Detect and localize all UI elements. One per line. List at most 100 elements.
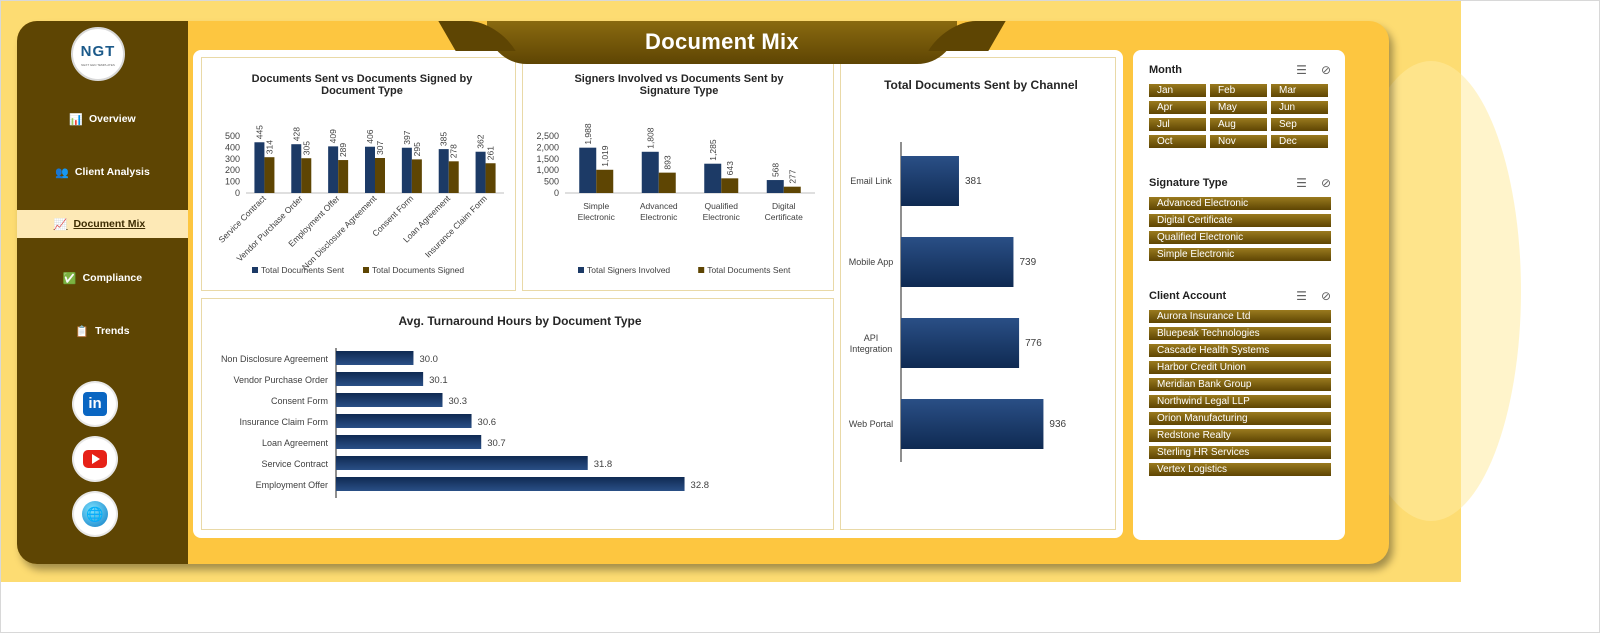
bar-turnaround — [336, 372, 424, 386]
signature-option-digital-certificate[interactable]: Digital Certificate — [1149, 214, 1331, 227]
client-option-aurora-insurance-ltd[interactable]: Aurora Insurance Ltd — [1149, 310, 1331, 323]
bar-signed — [338, 160, 349, 193]
bar-sent — [291, 144, 302, 193]
data-label: 409 — [328, 129, 338, 143]
multi-select-icon[interactable]: ☰ — [1296, 63, 1307, 77]
month-option-jun[interactable]: Jun — [1271, 101, 1328, 114]
clear-filter-icon[interactable]: ⊘ — [1321, 176, 1331, 190]
y-tick-label: Insurance Claim Form — [239, 417, 328, 427]
data-label: 362 — [476, 134, 486, 148]
client-option-orion-manufacturing[interactable]: Orion Manufacturing — [1149, 412, 1331, 425]
sidebar: NGT NEXT GEN TEMPLATES 📊 Overview 👥 Clie… — [17, 21, 188, 564]
bar-channel — [901, 156, 959, 206]
multi-select-icon[interactable]: ☰ — [1296, 289, 1307, 303]
youtube-icon — [83, 450, 107, 468]
nav-overview[interactable]: 📊 Overview — [17, 105, 188, 133]
client-option-harbor-credit-union[interactable]: Harbor Credit Union — [1149, 361, 1331, 374]
client-option-northwind-legal-llp[interactable]: Northwind Legal LLP — [1149, 395, 1331, 408]
y-tick-label: 0 — [554, 188, 559, 198]
clear-filter-icon[interactable]: ⊘ — [1321, 289, 1331, 303]
linkedin-link[interactable]: in — [74, 383, 116, 425]
month-option-feb[interactable]: Feb — [1210, 84, 1267, 97]
y-tick-label: Email Link — [850, 176, 892, 186]
data-label: 643 — [725, 161, 735, 175]
client-option-sterling-hr-services[interactable]: Sterling HR Services — [1149, 446, 1331, 459]
client-account-slicer-title: Client Account — [1149, 290, 1227, 302]
data-label: 277 — [787, 169, 797, 183]
dashboard-frame: Document Mix NGT NEXT GEN TEMPLATES 📊 Ov… — [17, 21, 1389, 564]
chart-signers-vs-sent: Signers Involved vs Documents Sent by Sig… — [522, 57, 834, 291]
month-option-dec[interactable]: Dec — [1271, 135, 1328, 148]
month-option-jul[interactable]: Jul — [1149, 118, 1206, 131]
legend-swatch — [578, 267, 584, 273]
data-label: 261 — [486, 146, 496, 160]
linkedin-icon: in — [83, 392, 107, 416]
signature-option-simple-electronic[interactable]: Simple Electronic — [1149, 248, 1331, 261]
y-tick-label: Service Contract — [261, 459, 328, 469]
signature-option-qualified-electronic[interactable]: Qualified Electronic — [1149, 231, 1331, 244]
data-label: 305 — [301, 141, 311, 155]
legend-swatch — [252, 267, 258, 273]
youtube-link[interactable] — [74, 438, 116, 480]
data-label: 1,988 — [583, 123, 593, 145]
client-option-redstone-realty[interactable]: Redstone Realty — [1149, 429, 1331, 442]
y-tick-label: 0 — [235, 188, 240, 198]
month-option-nov[interactable]: Nov — [1210, 135, 1267, 148]
bar-sent — [783, 186, 801, 193]
nav-trends[interactable]: 📋 Trends — [17, 317, 188, 345]
nav-client-analysis[interactable]: 👥 Client Analysis — [17, 158, 188, 186]
month-option-jan[interactable]: Jan — [1149, 84, 1206, 97]
x-tick-label: Qualified Electronic — [703, 201, 741, 222]
bar-sent — [475, 151, 486, 193]
y-tick-label: 500 — [225, 131, 240, 141]
chart-signers-vs-sent-svg: Signers Involved vs Documents Sent by Sig… — [536, 73, 815, 275]
bar-channel — [901, 237, 1014, 287]
bar-turnaround — [336, 414, 472, 428]
month-option-sep[interactable]: Sep — [1271, 118, 1328, 131]
data-label: 428 — [291, 127, 301, 141]
nav-document-mix[interactable]: 📈 Document Mix — [17, 210, 188, 238]
y-tick-label: Employment Offer — [256, 480, 328, 490]
client-option-meridian-bank-group[interactable]: Meridian Bank Group — [1149, 378, 1331, 391]
x-tick-label: Advanced Electronic — [640, 201, 678, 222]
data-label: 307 — [375, 141, 385, 155]
website-link[interactable]: 🌐 — [74, 493, 116, 535]
legend-swatch — [363, 267, 369, 273]
client-option-bluepeak-technologies[interactable]: Bluepeak Technologies — [1149, 327, 1331, 340]
month-option-aug[interactable]: Aug — [1210, 118, 1267, 131]
month-option-oct[interactable]: Oct — [1149, 135, 1206, 148]
chart-sent-vs-signed-svg: Documents Sent vs Documents Signed by Doc… — [216, 73, 504, 275]
month-option-may[interactable]: May — [1210, 101, 1267, 114]
nav-compliance[interactable]: ✅ Compliance — [17, 264, 188, 292]
data-label: 30.6 — [478, 417, 497, 428]
logo-tagline: NEXT GEN TEMPLATES — [81, 63, 115, 67]
bar-turnaround — [336, 393, 443, 407]
month-options: Jan Feb Mar Apr May Jun Jul Aug Sep Oct Nov Dec — [1149, 84, 1331, 148]
y-tick-label: 200 — [225, 165, 240, 175]
title-banner: Document Mix — [487, 21, 957, 64]
client-option-vertex-logistics[interactable]: Vertex Logistics — [1149, 463, 1331, 476]
clear-filter-icon[interactable]: ⊘ — [1321, 63, 1331, 77]
bar-turnaround — [336, 351, 414, 365]
y-tick-label: Non Disclosure Agreement — [221, 354, 329, 364]
chart-title: Signers Involved vs Documents Sent by Sig… — [574, 73, 784, 97]
bar-signers — [579, 147, 597, 193]
y-tick-label: Web Portal — [849, 419, 893, 429]
y-tick-label: Loan Agreement — [262, 438, 329, 448]
month-option-mar[interactable]: Mar — [1271, 84, 1328, 97]
data-label: 397 — [402, 130, 412, 144]
y-tick-label: 400 — [225, 142, 240, 152]
chart-title: Documents Sent vs Documents Signed by Doc… — [252, 73, 474, 97]
signature-option-advanced-electronic[interactable]: Advanced Electronic — [1149, 197, 1331, 210]
nav-label: Compliance — [82, 272, 143, 284]
slicer-panel: Month ☰ ⊘ Jan Feb Mar Apr May Jun Jul Aug Sep Oct… — [1133, 50, 1345, 540]
month-option-apr[interactable]: Apr — [1149, 101, 1206, 114]
bar-turnaround — [336, 435, 482, 449]
client-option-cascade-health-systems[interactable]: Cascade Health Systems — [1149, 344, 1331, 357]
page-title: Document Mix — [645, 29, 799, 54]
data-label: 278 — [449, 144, 459, 158]
y-tick-label: 500 — [544, 177, 559, 187]
bar-sent — [401, 147, 412, 193]
ngt-logo: NGT NEXT GEN TEMPLATES — [71, 27, 125, 81]
multi-select-icon[interactable]: ☰ — [1296, 176, 1307, 190]
